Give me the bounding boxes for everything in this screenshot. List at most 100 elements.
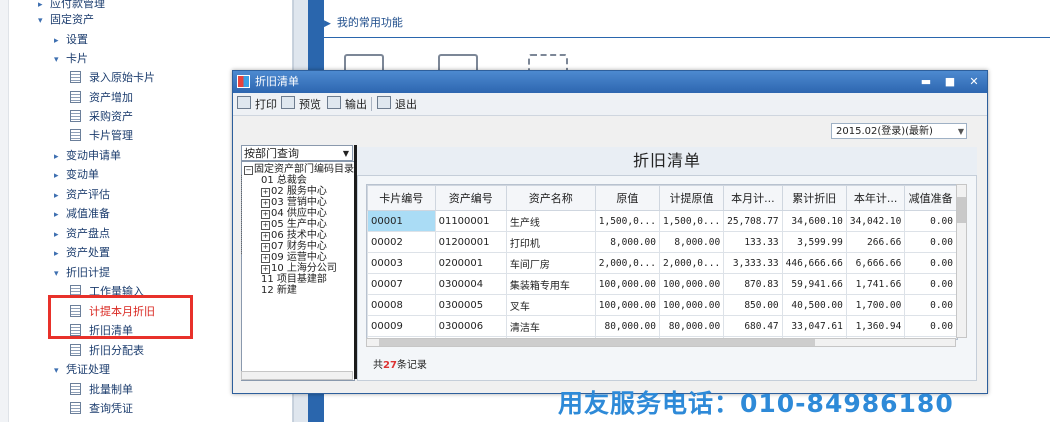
table-cell[interactable]: 00003 <box>367 252 436 274</box>
column-header[interactable]: 本年计... <box>845 185 906 211</box>
table-cell[interactable]: 34,042.10 <box>845 210 906 232</box>
table-cell[interactable]: 0300006 <box>434 315 507 337</box>
table-cell[interactable]: 100,000.00 <box>658 273 725 295</box>
table-cell[interactable]: 0.00 <box>904 252 957 274</box>
table-cell[interactable]: 870.83 <box>723 273 783 295</box>
table-row[interactable]: 00008 0300005 叉车 100,000.00 100,000.00 850.00… <box>367 294 957 316</box>
nav-item-depreciation[interactable]: ▾ 折旧计提 <box>54 263 110 282</box>
nav-item-enter-original-card[interactable]: 录入原始卡片 <box>70 68 155 87</box>
minimize-icon[interactable]: ▬ <box>917 73 935 91</box>
table-cell[interactable]: 8,000.00 <box>594 231 660 253</box>
table-cell[interactable]: 00007 <box>367 273 436 295</box>
table-row[interactable]: 00007 0300004 集装箱专用车 100,000.00 100,000.00 87… <box>367 273 957 295</box>
table-cell[interactable]: 0.00 <box>904 273 957 295</box>
column-header[interactable]: 卡片编号 <box>367 185 436 211</box>
nav-item-change-request[interactable]: ▸ 变动申请单 <box>54 146 121 165</box>
table-cell[interactable]: 2,000,0... <box>658 252 725 274</box>
tree-node[interactable]: +03 营销中心 <box>261 197 327 208</box>
table-cell[interactable]: 446,666.66 <box>781 252 847 274</box>
table-cell[interactable]: 0.00 <box>904 294 957 316</box>
tree-root[interactable]: − 固定资产部门编码目录 <box>244 164 354 175</box>
table-cell[interactable]: 0200001 <box>434 252 507 274</box>
nav-item-settings[interactable]: ▸ 设置 <box>54 30 88 49</box>
column-header[interactable]: 资产编号 <box>434 185 507 211</box>
tree-horizontal-scrollbar[interactable] <box>241 371 353 380</box>
column-header[interactable]: 减值准备 <box>904 185 957 211</box>
table-cell[interactable]: 100,000.00 <box>594 273 660 295</box>
tree-node[interactable]: +05 生产中心 <box>261 219 327 230</box>
tree-node[interactable]: 12 新建 <box>261 285 297 296</box>
table-cell[interactable]: 100,000.00 <box>594 294 660 316</box>
table-cell[interactable]: 80,000.00 <box>594 315 660 337</box>
table-cell[interactable]: 1,700.00 <box>845 294 906 316</box>
table-cell[interactable]: 0.00 <box>904 210 957 232</box>
table-cell[interactable]: 59,941.66 <box>781 273 847 295</box>
tree-node[interactable]: +09 运营中心 <box>261 252 327 263</box>
table-cell[interactable]: 34,600.10 <box>781 210 847 232</box>
nav-item-batch-voucher[interactable]: 批量制单 <box>70 380 133 399</box>
nav-item-cards[interactable]: ▾ 卡片 <box>54 49 88 68</box>
table-cell[interactable]: 1,360.94 <box>845 315 906 337</box>
preview-button[interactable]: 预览 <box>281 96 321 112</box>
maximize-icon[interactable]: ■ <box>941 73 959 91</box>
table-cell[interactable]: 6,666.66 <box>845 252 906 274</box>
table-cell[interactable]: 集装箱专用车 <box>505 273 596 295</box>
grid-vertical-scroll-thumb[interactable] <box>957 197 966 223</box>
export-button[interactable]: 输出 <box>327 96 367 112</box>
tree-node[interactable]: 01 总裁会 <box>261 175 307 186</box>
table-cell[interactable]: 01100001 <box>434 210 507 232</box>
table-cell[interactable]: 0300004 <box>434 273 507 295</box>
table-cell[interactable]: 33,047.61 <box>781 315 847 337</box>
period-select[interactable]: 2015.02(登录)(最新) ▼ <box>831 123 967 139</box>
table-cell[interactable]: 00008 <box>367 294 436 316</box>
tree-node[interactable]: +04 供应中心 <box>261 208 327 219</box>
table-cell[interactable]: 0.00 <box>904 231 957 253</box>
table-row[interactable]: 00009 0300006 清洁车 80,000.00 80,000.00 680.47 3… <box>367 315 957 337</box>
table-row[interactable]: 00001 01100001 生产线 1,500,0... 1,500,0... 25,7… <box>367 210 957 232</box>
print-button[interactable]: 打印 <box>237 96 277 112</box>
table-cell[interactable]: 00001 <box>367 210 436 232</box>
table-cell[interactable]: 8,000.00 <box>658 231 725 253</box>
table-cell[interactable]: 133.33 <box>723 231 783 253</box>
exit-button[interactable]: 退出 <box>377 96 417 112</box>
nav-item-asset-inventory[interactable]: ▸ 资产盘点 <box>54 224 110 243</box>
table-cell[interactable]: 2,000,0... <box>594 252 660 274</box>
nav-item-impairment[interactable]: ▸ 减值准备 <box>54 204 110 223</box>
table-cell[interactable]: 100,000.00 <box>658 294 725 316</box>
column-header[interactable]: 资产名称 <box>505 185 596 211</box>
grid-horizontal-scroll-thumb[interactable] <box>379 339 815 346</box>
tree-node[interactable]: +02 服务中心 <box>261 186 327 197</box>
nav-item-card-management[interactable]: 卡片管理 <box>70 126 133 145</box>
table-cell[interactable]: 0300005 <box>434 294 507 316</box>
close-icon[interactable]: ✕ <box>965 73 983 91</box>
table-cell[interactable]: 1,500,0... <box>658 210 725 232</box>
nav-item-purchase-assets[interactable]: 采购资产 <box>70 107 133 126</box>
table-cell[interactable]: 80,000.00 <box>658 315 725 337</box>
table-cell[interactable]: 3,599.99 <box>781 231 847 253</box>
column-header[interactable]: 计提原值 <box>658 185 725 211</box>
table-cell[interactable]: 1,500,0... <box>594 210 660 232</box>
table-cell[interactable]: 1,741.66 <box>845 273 906 295</box>
table-cell[interactable]: 车间厂房 <box>505 252 596 274</box>
query-mode-select[interactable]: 按部门查询 ▼ <box>241 145 353 161</box>
nav-item-change-form[interactable]: ▸ 变动单 <box>54 165 99 184</box>
table-cell[interactable]: 0.00 <box>904 315 957 337</box>
table-cell[interactable]: 850.00 <box>723 294 783 316</box>
table-row[interactable]: 00002 01200001 打印机 8,000.00 8,000.00 133.33 3,… <box>367 231 957 253</box>
tree-node[interactable]: +07 财务中心 <box>261 241 327 252</box>
nav-item-query-voucher[interactable]: 查询凭证 <box>70 399 133 418</box>
nav-item-depreciation-allocation[interactable]: 折旧分配表 <box>70 341 144 360</box>
column-header[interactable]: 累计折旧 <box>781 185 847 211</box>
table-cell[interactable]: 生产线 <box>505 210 596 232</box>
table-cell[interactable]: 00002 <box>367 231 436 253</box>
table-cell[interactable]: 00009 <box>367 315 436 337</box>
tree-node[interactable]: 11 项目基建部 <box>261 274 327 285</box>
table-cell[interactable]: 01200001 <box>434 231 507 253</box>
nav-item-asset-evaluation[interactable]: ▸ 资产评估 <box>54 185 110 204</box>
nav-item-asset-disposal[interactable]: ▸ 资产处置 <box>54 243 110 262</box>
table-cell[interactable]: 叉车 <box>505 294 596 316</box>
table-cell[interactable]: 680.47 <box>723 315 783 337</box>
column-header[interactable]: 本月计... <box>723 185 783 211</box>
table-cell[interactable]: 40,500.00 <box>781 294 847 316</box>
table-cell[interactable]: 清洁车 <box>505 315 596 337</box>
